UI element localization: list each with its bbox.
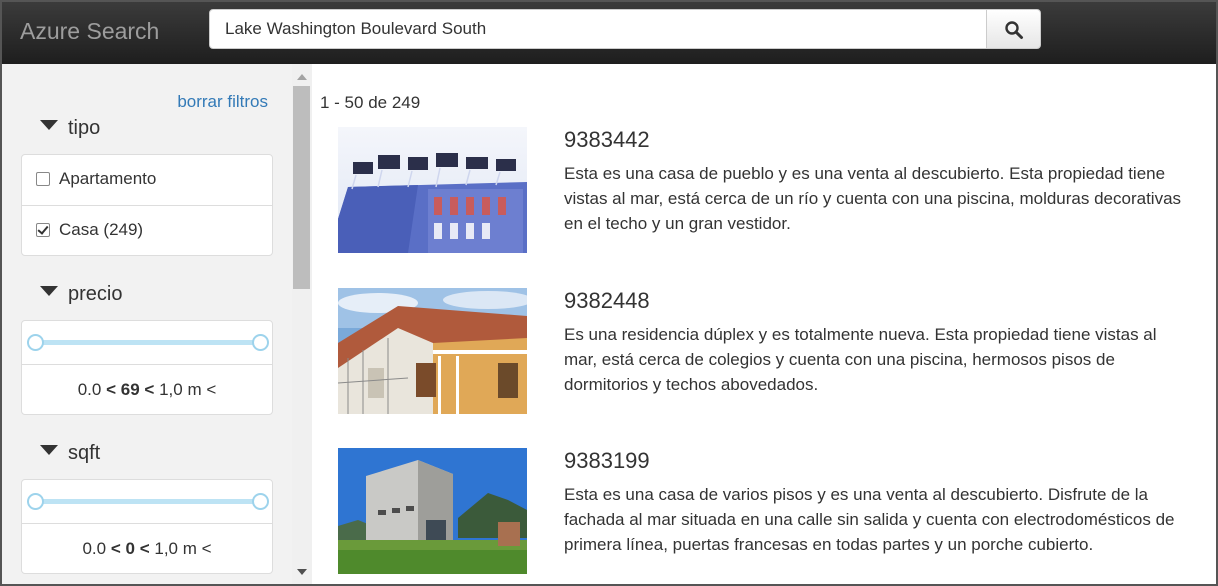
range-high: 1,0 m bbox=[154, 539, 197, 558]
caret-down-icon bbox=[40, 445, 58, 455]
navbar: Azure Search bbox=[2, 2, 1216, 64]
search-icon bbox=[1005, 21, 1023, 39]
result-id[interactable]: 9382448 bbox=[564, 288, 650, 314]
brand-title[interactable]: Azure Search bbox=[20, 18, 159, 45]
facet-title: precio bbox=[68, 283, 123, 305]
scroll-up-arrow-icon[interactable] bbox=[297, 74, 307, 80]
app-window: Azure Search borrar filtros tipo Apartam… bbox=[0, 0, 1218, 586]
result-description: Esta es una casa de pueblo y es una vent… bbox=[564, 164, 1182, 233]
scroll-down-arrow-icon[interactable] bbox=[297, 569, 307, 575]
checkbox-icon[interactable] bbox=[36, 172, 50, 186]
sqft-range-text: 0.0 < 0 < 1,0 m < bbox=[82, 539, 212, 558]
filters-sidebar: borrar filtros tipo Apartamento Casa (24… bbox=[2, 64, 292, 584]
property-photo[interactable] bbox=[338, 288, 527, 414]
slider-handle-min[interactable] bbox=[27, 334, 44, 351]
sidebar-scrollbar[interactable] bbox=[292, 64, 312, 584]
facet-title: tipo bbox=[68, 117, 101, 139]
results-count: 1 - 50 de 249 bbox=[320, 93, 421, 112]
caret-down-icon bbox=[40, 286, 58, 296]
results-panel: 1 - 50 de 249 9383442 Esta es una casa d… bbox=[312, 64, 1216, 584]
facet-header-sqft[interactable]: sqft bbox=[40, 442, 100, 465]
facet-option-apartamento[interactable]: Apartamento bbox=[22, 155, 272, 205]
range-low: 0.0 bbox=[77, 380, 102, 399]
slider-track[interactable] bbox=[34, 499, 260, 504]
result-item: 9382448 Es una residencia dúplex y es to… bbox=[338, 288, 1198, 428]
option-label: Apartamento bbox=[59, 169, 157, 188]
caret-down-icon bbox=[40, 120, 58, 130]
slider-handle-max[interactable] bbox=[252, 493, 269, 510]
facet-header-precio[interactable]: precio bbox=[40, 283, 122, 306]
facet-option-casa[interactable]: Casa (249) bbox=[22, 205, 272, 255]
checkbox-icon[interactable] bbox=[36, 223, 50, 237]
slider-handle-max[interactable] bbox=[252, 334, 269, 351]
price-slider[interactable] bbox=[22, 321, 272, 365]
facet-panel-tipo: Apartamento Casa (249) bbox=[21, 154, 273, 256]
range-value: 69 bbox=[120, 380, 140, 399]
range-value: 0 bbox=[125, 539, 135, 558]
range-high: 1,0 m bbox=[159, 380, 202, 399]
clear-filters-link[interactable]: borrar filtros bbox=[177, 92, 268, 112]
facet-title: sqft bbox=[68, 442, 101, 464]
slider-track[interactable] bbox=[34, 340, 260, 345]
result-item: 9383442 Esta es una casa de pueblo y es … bbox=[338, 127, 1198, 267]
range-low: 0.0 bbox=[82, 539, 107, 558]
result-id[interactable]: 9383442 bbox=[564, 127, 650, 153]
facet-header-tipo[interactable]: tipo bbox=[40, 117, 100, 140]
search-button[interactable] bbox=[986, 9, 1041, 49]
facet-panel-sqft: 0.0 < 0 < 1,0 m < bbox=[21, 479, 273, 574]
result-id[interactable]: 9383199 bbox=[564, 448, 650, 474]
result-description: Es una residencia dúplex y es totalmente… bbox=[564, 325, 1157, 394]
result-description: Esta es una casa de varios pisos y es un… bbox=[564, 485, 1175, 554]
property-photo[interactable] bbox=[338, 127, 527, 253]
sqft-slider[interactable] bbox=[22, 480, 272, 524]
property-photo[interactable] bbox=[338, 448, 527, 574]
option-label: Casa (249) bbox=[59, 220, 144, 239]
facet-panel-precio: 0.0 < 69 < 1,0 m < bbox=[21, 320, 273, 415]
result-item: 9383199 Esta es una casa de varios pisos… bbox=[338, 448, 1198, 584]
slider-handle-min[interactable] bbox=[27, 493, 44, 510]
price-range-text: 0.0 < 69 < 1,0 m < bbox=[77, 380, 217, 399]
scroll-thumb[interactable] bbox=[293, 86, 310, 289]
search-input[interactable] bbox=[209, 9, 987, 49]
